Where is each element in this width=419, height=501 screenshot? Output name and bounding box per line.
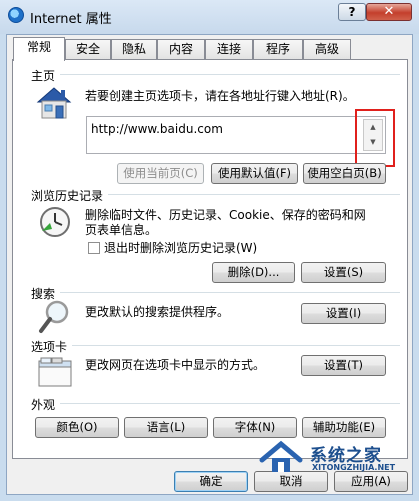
appearance-group-label: 外观 [31, 396, 60, 413]
tab-content[interactable]: 内容 [157, 39, 205, 59]
watermark-site-url: XITONGZHIJIA.NET [312, 463, 396, 472]
tabbed-window-icon [38, 357, 72, 387]
tab-advanced[interactable]: 高级 [303, 39, 351, 59]
use-default-button[interactable]: 使用默认值(F) [211, 163, 298, 184]
tabs-group-label: 选项卡 [31, 338, 72, 355]
languages-button[interactable]: 语言(L) [124, 417, 208, 438]
tabs-description: 更改网页在选项卡中显示的方式。 [85, 358, 266, 372]
close-button[interactable]: ✕ [366, 3, 412, 21]
apply-button[interactable]: 应用(A) [334, 471, 408, 492]
internet-explorer-icon [8, 7, 24, 23]
fonts-button[interactable]: 字体(N) [213, 417, 297, 438]
tab-programs[interactable]: 程序 [253, 39, 303, 59]
window-title: Internet 属性 [30, 12, 112, 27]
search-description: 更改默认的搜索提供程序。 [85, 305, 230, 319]
history-settings-button[interactable]: 设置(S) [301, 262, 386, 283]
ok-button[interactable]: 确定 [174, 471, 248, 492]
tabs-separator [72, 345, 400, 346]
use-current-button[interactable]: 使用当前页(C) [117, 163, 204, 184]
history-description: 删除临时文件、历史记录、Cookie、保存的密码和网页表单信息。 [85, 208, 366, 237]
home-url-textarea[interactable]: http://www.baidu.com ▲ ▼ [86, 116, 386, 154]
highlight-box [355, 109, 395, 167]
tab-privacy[interactable]: 隐私 [111, 39, 157, 59]
tabs-settings-button[interactable]: 设置(T) [301, 355, 386, 376]
delete-on-exit-checkbox[interactable] [88, 242, 100, 254]
help-button[interactable]: ? [338, 3, 366, 21]
colors-button[interactable]: 颜色(O) [35, 417, 119, 438]
home-group-label: 主页 [31, 67, 60, 84]
history-group-label: 浏览历史记录 [31, 187, 108, 204]
delete-on-exit-label: 退出时删除浏览历史记录(W) [104, 241, 258, 255]
tab-general[interactable]: 常规 [13, 37, 65, 61]
appearance-separator [60, 403, 400, 404]
home-url-value: http://www.baidu.com [91, 122, 223, 136]
history-clock-icon [38, 205, 72, 239]
history-separator [108, 194, 400, 195]
magnifier-icon [38, 299, 72, 335]
delete-history-button[interactable]: 删除(D)... [212, 262, 295, 283]
tab-connections[interactable]: 连接 [205, 39, 253, 59]
watermark-logo-icon [258, 440, 304, 476]
home-icon [36, 86, 72, 120]
search-separator [60, 292, 400, 293]
search-settings-button[interactable]: 设置(I) [301, 303, 386, 324]
home-separator [60, 74, 400, 75]
tab-security[interactable]: 安全 [65, 39, 111, 59]
accessibility-button[interactable]: 辅助功能(E) [302, 417, 386, 438]
home-description: 若要创建主页选项卡，请在各地址行键入地址(R)。 [85, 89, 355, 103]
use-blank-button[interactable]: 使用空白页(B) [303, 163, 386, 184]
